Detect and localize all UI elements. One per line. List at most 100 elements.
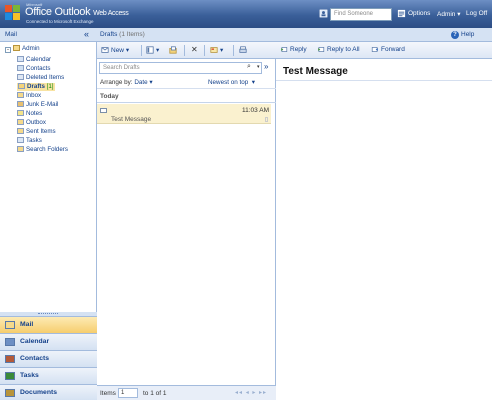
- options-link[interactable]: Options: [408, 10, 430, 17]
- view-icon: [146, 46, 154, 54]
- chevron-down-icon: ▾: [220, 47, 224, 54]
- reply-all-button[interactable]: Reply to All: [317, 46, 360, 53]
- reading-toolbar: Reply Reply to All Forward: [276, 42, 492, 59]
- view-button[interactable]: ▾: [146, 46, 159, 54]
- search-options-icon[interactable]: ▾: [257, 64, 260, 70]
- nav-button-contacts[interactable]: Contacts: [0, 350, 97, 367]
- product-name: Office Outlook: [25, 6, 91, 18]
- collapse-tree-icon[interactable]: -: [5, 47, 11, 53]
- calendar-icon: [17, 56, 24, 62]
- reply-label: Reply: [290, 46, 307, 53]
- search-icon[interactable]: ⌕: [247, 63, 251, 71]
- tree-folder-junk-e-mail[interactable]: Junk E-Mail: [17, 101, 58, 109]
- tasks-icon: [17, 137, 24, 143]
- page-number-input[interactable]: 1: [118, 388, 138, 398]
- nav-button-tasks[interactable]: Tasks: [0, 367, 97, 384]
- tree-folder-sent-items[interactable]: Sent Items: [17, 128, 56, 136]
- mail-header: Mail: [5, 31, 17, 38]
- print-button[interactable]: [239, 46, 249, 54]
- chevron-down-icon: ▾: [156, 47, 160, 54]
- help-label: Help: [461, 31, 475, 38]
- find-someone-input[interactable]: Find Someone: [330, 8, 392, 21]
- notes-icon: [17, 110, 24, 116]
- tree-folder-outbox[interactable]: Outbox: [17, 119, 46, 127]
- expand-search-icon[interactable]: »: [264, 62, 268, 71]
- help-link[interactable]: ? Help: [451, 31, 474, 39]
- tree-root-admin[interactable]: Admin: [13, 45, 40, 53]
- arrange-by-dropdown[interactable]: Date ▾: [134, 79, 152, 86]
- header-strip: Mail « Drafts (1 Items) ? Help: [0, 28, 492, 42]
- reply-icon: [281, 47, 288, 52]
- categorize-icon: [210, 47, 218, 53]
- tree-folder-notes[interactable]: Notes: [17, 110, 42, 118]
- search-input[interactable]: Search Drafts: [99, 62, 262, 74]
- message-row[interactable]: 11:03 AM Test Message: [97, 104, 271, 124]
- move-to-folder-button[interactable]: [169, 46, 179, 54]
- sent-items-icon: [17, 128, 24, 134]
- sort-label: Newest on top: [208, 79, 249, 86]
- arrange-value: Date: [134, 79, 148, 86]
- tree-folder-inbox[interactable]: Inbox: [17, 92, 41, 100]
- tree-folder-label: Contacts: [26, 65, 51, 72]
- unread-count: [1]: [46, 83, 54, 90]
- address-book-icon[interactable]: [319, 9, 328, 18]
- flag-icon[interactable]: [265, 117, 268, 122]
- tree-folder-calendar[interactable]: Calendar: [17, 56, 51, 64]
- options-icon[interactable]: [397, 9, 406, 18]
- chevron-down-icon: ▾: [251, 79, 255, 86]
- nav-button-label: Mail: [20, 321, 34, 328]
- nav-button-label: Documents: [20, 389, 58, 396]
- connection-subtitle: Connected to Microsoft Exchange: [26, 19, 94, 24]
- top-banner: Microsoft Office Outlook Web Access Conn…: [0, 0, 492, 28]
- tasks-icon: [5, 372, 15, 380]
- user-menu[interactable]: Admin ▾: [437, 10, 461, 18]
- tree-root-label: Admin: [22, 45, 40, 52]
- reply-button[interactable]: Reply: [280, 46, 307, 53]
- nav-button-documents[interactable]: Documents: [0, 384, 97, 400]
- list-footer: Items 1 to 1 of 1 ◂◂ ◂ ▸ ▸▸: [97, 385, 276, 400]
- categorize-button[interactable]: ▾: [210, 46, 223, 54]
- tree-folder-label: Sent Items: [26, 128, 56, 135]
- tree-folder-label: Search Folders: [26, 146, 68, 153]
- forward-button[interactable]: Forward: [371, 46, 405, 53]
- chevron-down-icon: ▾: [125, 47, 130, 54]
- print-icon: [239, 46, 247, 53]
- chevron-down-icon: ▾: [149, 79, 153, 86]
- items-label: Items: [100, 390, 116, 397]
- nav-button-label: Calendar: [20, 338, 50, 345]
- group-header-today: Today: [97, 91, 276, 103]
- chevron-down-icon: ▾: [457, 11, 461, 18]
- nav-button-label: Tasks: [20, 372, 39, 379]
- list-toolbar: New ▾ ▾ ✕ ▾: [97, 42, 276, 59]
- new-button-label: New: [111, 47, 125, 54]
- nav-button-mail[interactable]: Mail: [0, 316, 97, 333]
- folder-name: Drafts: [100, 31, 118, 38]
- mail-icon: [5, 321, 15, 329]
- office-logo-icon: [5, 5, 22, 22]
- tree-folder-search-folders[interactable]: Search Folders: [17, 146, 68, 154]
- tree-folder-deleted-items[interactable]: Deleted Items: [17, 74, 64, 82]
- nav-button-calendar[interactable]: Calendar: [0, 333, 97, 350]
- tree-folder-label: Deleted Items: [26, 74, 65, 81]
- inbox-icon: [17, 92, 24, 98]
- new-button[interactable]: New ▾: [101, 46, 129, 54]
- log-off-link[interactable]: Log Off: [466, 10, 487, 17]
- tree-folder-label: Junk E-Mail: [26, 101, 59, 108]
- tree-folder-tasks[interactable]: Tasks: [17, 137, 42, 145]
- delete-icon[interactable]: ✕: [191, 45, 198, 54]
- reply-all-label: Reply to All: [327, 46, 360, 53]
- sort-order-dropdown[interactable]: Newest on top ▾: [208, 79, 255, 86]
- message-list-pane: New ▾ ▾ ✕ ▾ Search Drafts ⌕ ▾ » Arrange …: [97, 42, 276, 400]
- collapse-nav-icon[interactable]: «: [84, 29, 89, 39]
- tree-folder-label: Notes: [26, 110, 43, 117]
- message-time: 11:03 AM: [242, 107, 269, 114]
- new-message-icon: [101, 47, 109, 53]
- pager-arrows-icon[interactable]: ◂◂ ◂ ▸ ▸▸: [235, 389, 267, 396]
- tree-folder-contacts[interactable]: Contacts: [17, 65, 50, 73]
- folder-header: Drafts (1 Items): [100, 31, 145, 38]
- tree-folder-label: Outbox: [26, 119, 46, 126]
- tree-folder-drafts[interactable]: Drafts [1]: [17, 83, 55, 91]
- deleted-items-icon: [17, 74, 24, 80]
- calendar-icon: [5, 338, 15, 346]
- reading-pane: Reply Reply to All Forward Test Message: [276, 42, 492, 400]
